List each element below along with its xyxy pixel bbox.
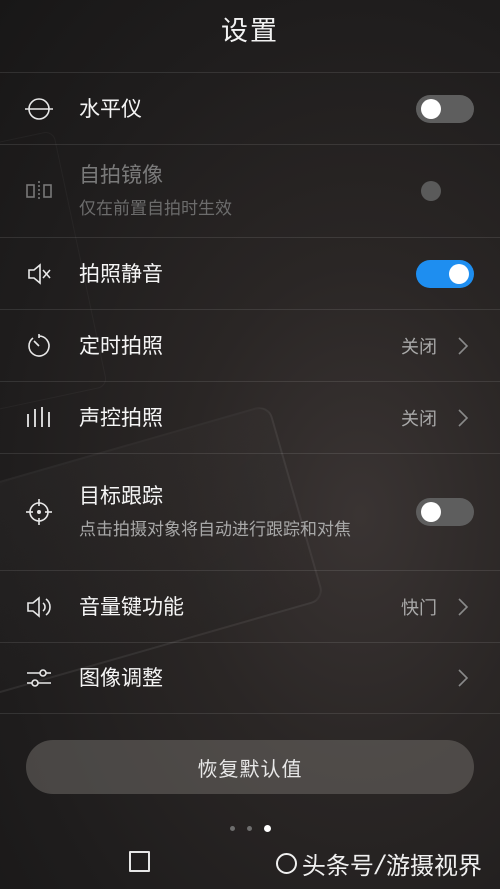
timer-value: 关闭: [401, 336, 437, 358]
setting-row-timer[interactable]: 定时拍照 关闭: [0, 309, 500, 381]
recent-apps-button[interactable]: [129, 851, 150, 872]
watermark-name: 游摄视界: [386, 852, 482, 880]
setting-row-voice-capture[interactable]: 声控拍照 关闭: [0, 381, 500, 453]
level-icon: [24, 94, 54, 124]
selfie-mirror-toggle: [416, 177, 474, 205]
setting-sub-selfie-mirror: 仅在前置自拍时生效: [79, 199, 232, 219]
object-tracking-toggle[interactable]: [416, 498, 474, 526]
watermark-slash: /: [375, 849, 384, 878]
setting-label-object-tracking: 目标跟踪: [79, 484, 163, 508]
chevron-right-icon: [458, 408, 469, 427]
setting-label-selfie-mirror: 自拍镜像: [79, 163, 163, 187]
reset-defaults-button[interactable]: 恢复默认值: [26, 740, 474, 794]
speaker-icon: [24, 592, 54, 622]
page-dot[interactable]: [246, 826, 252, 831]
timer-icon: [24, 331, 54, 361]
watermark-circle-icon: [275, 853, 297, 874]
setting-label-level: 水平仪: [79, 96, 142, 121]
audio-bars-icon: [24, 403, 54, 433]
setting-sub-object-tracking: 点击拍摄对象将自动进行跟踪和对焦: [79, 520, 351, 540]
setting-row-selfie-mirror: 自拍镜像 仅在前置自拍时生效: [0, 144, 500, 237]
speaker-mute-icon: [24, 259, 54, 289]
setting-row-level[interactable]: 水平仪: [0, 72, 500, 144]
setting-label-voice-capture: 声控拍照: [79, 405, 163, 430]
chevron-right-icon: [458, 669, 469, 687]
voice-capture-value: 关闭: [401, 408, 437, 430]
watermark: 头条号 / 游摄视界: [275, 846, 482, 881]
setting-label-volume-key: 音量键功能: [79, 594, 184, 619]
volume-key-value: 快门: [401, 597, 437, 619]
level-toggle[interactable]: [416, 94, 474, 123]
setting-row-image-adjust[interactable]: 图像调整: [0, 642, 500, 714]
chevron-right-icon: [458, 336, 469, 355]
crosshair-icon: [24, 497, 54, 527]
setting-label-timer: 定时拍照: [79, 333, 163, 358]
page-indicator: [0, 825, 500, 832]
page-dot[interactable]: [229, 826, 235, 831]
settings-list: 水平仪 自拍镜像 仅在前置自拍时生效 拍照静音 定时拍照 关闭 声控拍照 关闭 …: [0, 72, 500, 714]
page-title: 设置: [221, 15, 279, 47]
setting-label-shutter-mute: 拍照静音: [79, 261, 163, 286]
shutter-mute-toggle[interactable]: [416, 259, 474, 288]
setting-row-shutter-mute[interactable]: 拍照静音: [0, 237, 500, 309]
header: 设置: [0, 0, 500, 56]
sliders-icon: [24, 663, 54, 693]
setting-row-object-tracking[interactable]: 目标跟踪 点击拍摄对象将自动进行跟踪和对焦: [0, 453, 500, 570]
mirror-icon: [24, 176, 54, 206]
page-dot-active[interactable]: [263, 825, 271, 832]
setting-row-volume-key[interactable]: 音量键功能 快门: [0, 570, 500, 642]
watermark-brand: 头条号: [301, 852, 374, 880]
chevron-right-icon: [458, 597, 469, 616]
setting-label-image-adjust: 图像调整: [79, 666, 163, 690]
